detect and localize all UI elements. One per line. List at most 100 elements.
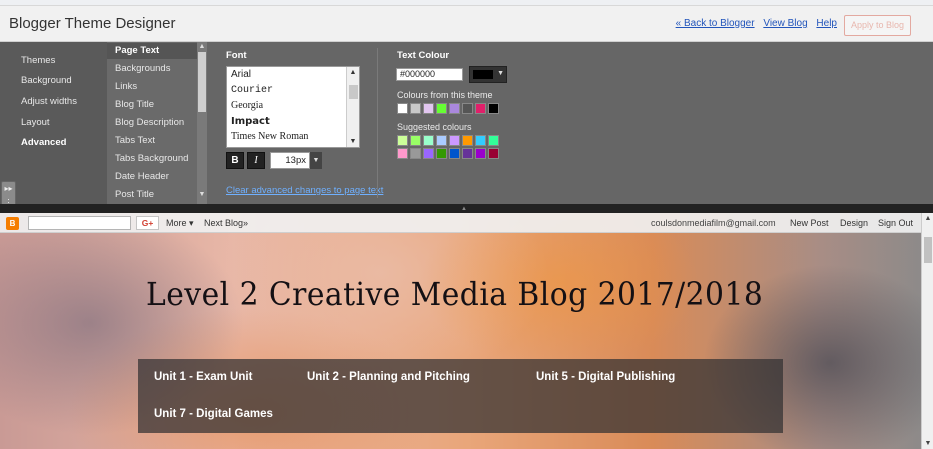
subnav-page-text[interactable]: Page Text bbox=[107, 43, 197, 59]
theme-colour-swatch-5[interactable] bbox=[449, 103, 460, 114]
suggested-colour-swatch-8[interactable] bbox=[488, 135, 499, 146]
preview-splitter[interactable]: ▲ bbox=[0, 204, 933, 213]
clear-advanced-changes-link[interactable]: Clear advanced changes to page text bbox=[226, 185, 383, 196]
theme-colour-swatch-7[interactable] bbox=[475, 103, 486, 114]
advanced-subnav: Page Text Backgrounds Links Blog Title B… bbox=[107, 42, 197, 204]
nav-background[interactable]: Background bbox=[21, 75, 72, 86]
menu-unit-5[interactable]: Unit 5 - Digital Publishing bbox=[536, 371, 675, 383]
suggested-colours-label: Suggested colours bbox=[397, 122, 472, 132]
suggested-colour-swatch-3[interactable] bbox=[423, 135, 434, 146]
nav-adjust-widths[interactable]: Adjust widths bbox=[21, 96, 77, 107]
suggested-colour-swatch-4[interactable] bbox=[436, 148, 447, 159]
google-plus-button[interactable]: G+ bbox=[136, 216, 159, 230]
subnav-backgrounds[interactable]: Backgrounds bbox=[115, 63, 170, 74]
apply-to-blog-button[interactable]: Apply to Blog bbox=[844, 15, 911, 36]
suggested-colour-swatch-2[interactable] bbox=[410, 135, 421, 146]
colour-dropdown-icon: ▼ bbox=[497, 70, 504, 77]
subnav-tabs-background[interactable]: Tabs Background bbox=[115, 153, 188, 164]
font-scroll-down-icon[interactable]: ▼ bbox=[347, 138, 359, 145]
theme-colour-swatch-8[interactable] bbox=[488, 103, 499, 114]
suggested-colour-swatch-5[interactable] bbox=[449, 148, 460, 159]
current-colour-chip bbox=[473, 70, 493, 79]
header-links: « Back to Blogger View Blog Help bbox=[670, 18, 837, 29]
back-to-blogger-link[interactable]: « Back to Blogger bbox=[676, 18, 755, 29]
font-option-arial[interactable]: Arial bbox=[227, 67, 359, 83]
font-option-impact[interactable]: Impact bbox=[227, 114, 359, 130]
preview-scroll-up-icon[interactable]: ▲ bbox=[922, 215, 933, 222]
theme-colours-label: Colours from this theme bbox=[397, 90, 493, 100]
preview-scrollbar[interactable]: ▲ ▼ bbox=[921, 213, 933, 449]
suggested-colour-swatch-6[interactable] bbox=[462, 148, 473, 159]
subnav-blog-title[interactable]: Blog Title bbox=[115, 99, 154, 110]
italic-button[interactable]: I bbox=[247, 152, 265, 169]
scroll-up-icon[interactable]: ▲ bbox=[197, 42, 207, 52]
preview-scroll-down-icon[interactable]: ▼ bbox=[922, 440, 933, 447]
font-option-times-new-roman[interactable]: Times New Roman bbox=[227, 129, 359, 145]
colour-picker-button[interactable]: ▼ bbox=[469, 66, 507, 83]
menu-unit-2[interactable]: Unit 2 - Planning and Pitching bbox=[307, 371, 470, 383]
theme-colour-swatch-4[interactable] bbox=[436, 103, 447, 114]
font-size-field[interactable]: 13px bbox=[270, 152, 310, 169]
account-email: coulsdonmediafilm@gmail.com bbox=[651, 218, 776, 228]
menu-unit-7[interactable]: Unit 7 - Digital Games bbox=[154, 408, 273, 420]
subnav-tabs-text[interactable]: Tabs Text bbox=[115, 135, 155, 146]
theme-colour-swatch-6[interactable] bbox=[462, 103, 473, 114]
subnav-blog-description[interactable]: Blog Description bbox=[115, 117, 184, 128]
font-option-courier[interactable]: Courier bbox=[227, 83, 359, 99]
design-link[interactable]: Design bbox=[840, 218, 868, 228]
font-option-georgia[interactable]: Georgia bbox=[227, 98, 359, 114]
designer-nav: Themes Background Adjust widths Layout A… bbox=[0, 42, 107, 204]
suggested-colour-swatch-8[interactable] bbox=[488, 148, 499, 159]
blogger-navbar: B G+ More ▾ Next Blog» coulsdonmediafilm… bbox=[0, 213, 921, 233]
text-colour-input[interactable]: #000000 bbox=[396, 68, 463, 81]
subnav-scrollbar[interactable]: ▲ ▼ bbox=[197, 42, 207, 204]
sign-out-link[interactable]: Sign Out bbox=[878, 218, 913, 228]
font-size-dropdown-icon[interactable]: ▼ bbox=[310, 152, 322, 169]
more-menu[interactable]: More ▾ bbox=[166, 218, 194, 229]
menu-unit-1[interactable]: Unit 1 - Exam Unit bbox=[154, 371, 252, 383]
font-listbox[interactable]: Arial Courier Georgia Impact Times New R… bbox=[226, 66, 360, 148]
font-scroll-up-icon[interactable]: ▲ bbox=[347, 69, 359, 76]
view-blog-link[interactable]: View Blog bbox=[763, 18, 807, 29]
blogger-logo-icon[interactable]: B bbox=[6, 217, 19, 230]
subnav-post-title[interactable]: Post Title bbox=[115, 189, 154, 200]
help-link[interactable]: Help bbox=[816, 18, 837, 29]
suggested-colour-swatch-7[interactable] bbox=[475, 135, 486, 146]
scroll-down-icon[interactable]: ▼ bbox=[197, 190, 207, 200]
nav-advanced[interactable]: Advanced bbox=[21, 137, 66, 148]
font-list-scrollbar[interactable]: ▲ ▼ bbox=[346, 67, 359, 147]
theme-colour-swatch-1[interactable] bbox=[397, 103, 408, 114]
theme-colour-swatch-2[interactable] bbox=[410, 103, 421, 114]
scroll-thumb[interactable] bbox=[198, 52, 206, 112]
designer-header: Blogger Theme Designer « Back to Blogger… bbox=[0, 6, 933, 42]
suggested-colour-swatch-6[interactable] bbox=[462, 135, 473, 146]
blog-preview: B G+ More ▾ Next Blog» coulsdonmediafilm… bbox=[0, 213, 933, 449]
font-scroll-thumb[interactable] bbox=[349, 85, 358, 99]
navbar-search-input[interactable] bbox=[28, 216, 131, 230]
splitter-grip-icon[interactable]: ▲ bbox=[461, 206, 467, 212]
bold-button[interactable]: B bbox=[226, 152, 244, 169]
suggested-colour-swatch-7[interactable] bbox=[475, 148, 486, 159]
suggested-colour-swatch-1[interactable] bbox=[397, 148, 408, 159]
suggested-colour-swatch-5[interactable] bbox=[449, 135, 460, 146]
nav-layout[interactable]: Layout bbox=[21, 117, 50, 128]
subnav-date-header[interactable]: Date Header bbox=[115, 171, 169, 182]
suggested-colour-swatch-3[interactable] bbox=[423, 148, 434, 159]
suggested-colour-swatch-4[interactable] bbox=[436, 135, 447, 146]
subnav-links[interactable]: Links bbox=[115, 81, 137, 92]
page-title: Blogger Theme Designer bbox=[9, 15, 176, 32]
suggested-colour-swatches-row-1 bbox=[397, 135, 499, 146]
new-post-link[interactable]: New Post bbox=[790, 218, 829, 228]
suggested-colour-swatch-1[interactable] bbox=[397, 135, 408, 146]
panel-divider bbox=[377, 48, 378, 198]
nav-themes[interactable]: Themes bbox=[21, 55, 55, 66]
preview-scroll-thumb[interactable] bbox=[924, 237, 932, 263]
suggested-colour-swatches-row-2 bbox=[397, 148, 499, 159]
blog-pages-menu: Unit 1 - Exam Unit Unit 2 - Planning and… bbox=[138, 359, 783, 433]
font-label: Font bbox=[226, 50, 247, 61]
next-blog-link[interactable]: Next Blog» bbox=[204, 218, 248, 228]
blog-title[interactable]: Level 2 Creative Media Blog 2017/2018 bbox=[146, 275, 763, 313]
suggested-colour-swatch-2[interactable] bbox=[410, 148, 421, 159]
text-colour-label: Text Colour bbox=[397, 50, 450, 61]
theme-colour-swatch-3[interactable] bbox=[423, 103, 434, 114]
